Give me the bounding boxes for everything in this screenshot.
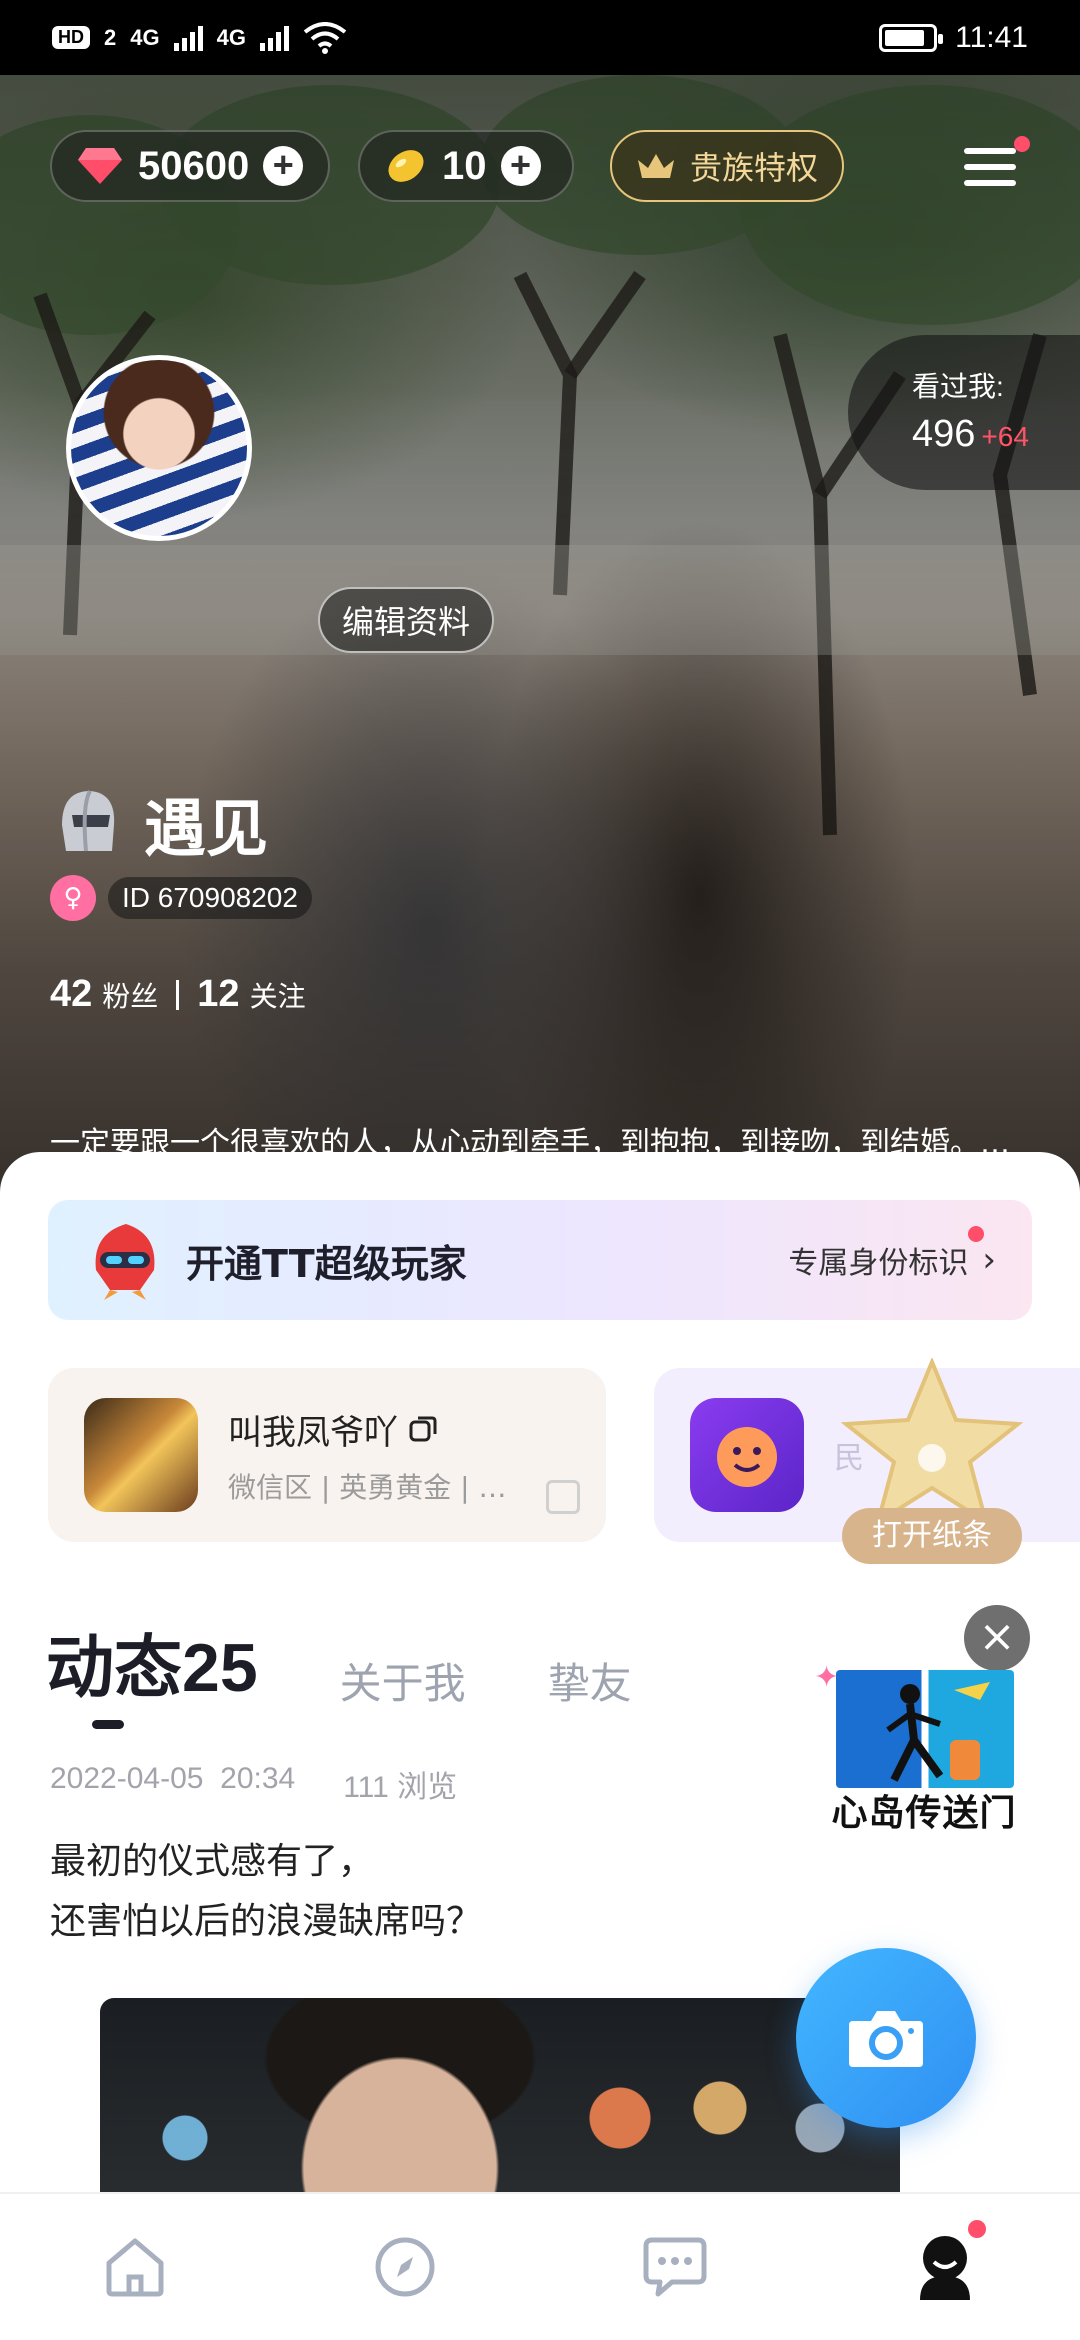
active-tab-indicator [92, 1720, 124, 1729]
tab-moments-label: 动态 [46, 1629, 183, 1708]
post-time: 20:34 [220, 1762, 296, 1795]
hd-badge: HD [52, 26, 90, 49]
following-label[interactable]: 关注 [250, 975, 306, 1015]
signal-icon [173, 25, 203, 51]
add-diamonds-button[interactable]: + [263, 146, 304, 186]
sim-slot-label: 2 [104, 24, 117, 50]
game-details: 微信区 | 英勇黄金 | … [228, 1470, 507, 1504]
bean-balance[interactable]: 10 + [358, 130, 574, 202]
post-date: 2022-04-05 [50, 1762, 204, 1795]
battery-icon [879, 23, 944, 52]
post-views: 111 浏览 [343, 1771, 458, 1804]
bean-count: 10 [442, 143, 487, 188]
post-text-line: 还害怕以后的浪漫缺席吗？ [50, 1901, 483, 1942]
compass-icon [375, 2237, 435, 2297]
signal-icon [259, 25, 289, 51]
visitors-label: 看过我: [912, 371, 1004, 402]
game-icon [84, 1398, 198, 1512]
profile-tabs: 动态25 关于我 挚友 [46, 1612, 632, 1711]
network-type-1: 4G [130, 24, 160, 50]
post-image[interactable] [100, 1998, 900, 2192]
vip-title: 开通TT超级玩家 [186, 1241, 467, 1286]
rocket-mascot-icon [95, 1224, 155, 1300]
cover-shade [0, 75, 1080, 1195]
vip-badge [968, 1226, 984, 1242]
walking-person-icon [886, 1682, 990, 1782]
open-note-label: 打开纸条 [842, 1508, 1022, 1564]
portal-label: 心岛传送门 [831, 1793, 1017, 1834]
nav-discover[interactable] [350, 2212, 460, 2322]
stats-divider [176, 979, 180, 1010]
chat-icon [643, 2237, 707, 2297]
edit-icon[interactable] [546, 1480, 580, 1514]
note-star-widget[interactable]: 打开纸条 [832, 1356, 1032, 1578]
profile-cover[interactable]: 50600 + 10 + 贵族特权 看过我: 496 +64 编辑资料 遇见 ♀… [0, 75, 1080, 1195]
heart-island-portal[interactable]: ✦ 心岛传送门 [814, 1660, 1034, 1840]
noble-label: 贵族特权 [690, 150, 819, 186]
visitors-increase: +64 [981, 421, 1029, 452]
vip-subtitle: 专属身份标识 [788, 1246, 969, 1281]
noble-privilege-button[interactable]: 贵族特权 [610, 130, 845, 202]
followers-label[interactable]: 粉丝 [102, 975, 158, 1015]
game-nickname: 叫我凤爷吖 [228, 1412, 398, 1453]
post-text[interactable]: 最初的仪式感有了， 还害怕以后的浪漫缺席吗？ [50, 1832, 482, 1952]
menu-button[interactable] [960, 132, 1030, 196]
bottom-nav [0, 2192, 1080, 2340]
nav-home[interactable] [80, 2212, 190, 2322]
menu-badge [1014, 136, 1030, 152]
me-badge [968, 2220, 986, 2238]
diamond-balance[interactable]: 50600 + [50, 130, 330, 202]
status-bar: HD 2 4G 4G 11:41 [0, 0, 1080, 75]
tab-close-friends[interactable]: 挚友 [548, 1650, 632, 1711]
visitors-panel[interactable]: 看过我: 496 +64 [848, 335, 1080, 490]
chevron-right-icon: › [982, 1240, 996, 1280]
id-row: ♀ ID 670908202 [50, 875, 312, 921]
followers-count[interactable]: 42 [50, 973, 92, 1016]
user-id[interactable]: ID 670908202 [108, 877, 312, 919]
profile-mascot-icon [920, 2236, 970, 2300]
network-type-2: 4G [216, 24, 246, 50]
happy-face-icon [717, 1427, 777, 1487]
following-count[interactable]: 12 [197, 973, 239, 1016]
diamond-count: 50600 [138, 143, 250, 188]
female-gender-icon: ♀ [50, 875, 96, 921]
camera-button[interactable] [796, 1948, 976, 2128]
post-text-line: 最初的仪式感有了， [50, 1841, 375, 1882]
game-card[interactable]: 叫我凤爷吖 微信区 | 英勇黄金 | … [48, 1368, 606, 1542]
tab-about-me[interactable]: 关于我 [340, 1650, 466, 1711]
add-beans-button[interactable]: + [500, 146, 541, 186]
crown-icon [638, 154, 674, 178]
copy-icon[interactable] [408, 1414, 438, 1444]
tab-moments-count: 25 [182, 1630, 258, 1706]
home-icon [106, 2238, 164, 2297]
game-icon [690, 1398, 804, 1512]
post-meta: 2022-04-05 20:34 111 浏览 [50, 1762, 457, 1806]
network-indicators: HD 2 4G 4G [52, 21, 347, 54]
camera-icon [849, 2011, 923, 2067]
tab-moments[interactable]: 动态25 [46, 1612, 258, 1711]
user-name: 遇见 [144, 792, 269, 865]
bean-icon [388, 150, 424, 182]
avatar[interactable] [66, 355, 252, 541]
nav-messages[interactable] [620, 2212, 730, 2322]
follow-stats: 42 粉丝 12 关注 [50, 973, 306, 1016]
wifi-icon [303, 21, 347, 54]
nav-me[interactable] [890, 2212, 1000, 2322]
knight-helmet-icon [62, 790, 115, 852]
name-row: 遇见 [52, 778, 268, 868]
edit-profile-button[interactable]: 编辑资料 [318, 587, 495, 653]
diamond-icon [78, 148, 122, 184]
clock: 11:41 [955, 20, 1028, 54]
star-icon [840, 1356, 1024, 1527]
visitors-count: 496 [912, 413, 976, 455]
vip-banner[interactable]: 开通TT超级玩家 专属身份标识 › [48, 1200, 1032, 1320]
